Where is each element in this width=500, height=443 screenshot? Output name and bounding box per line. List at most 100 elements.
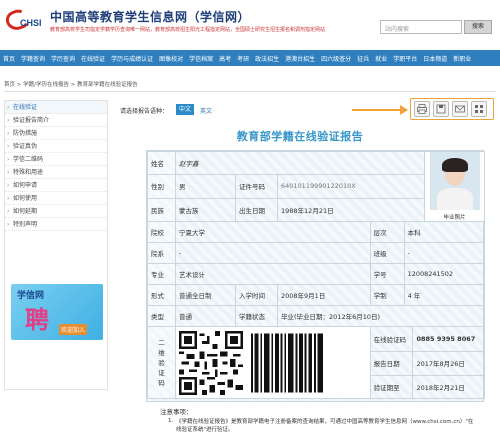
banner-headline: 聘 [25,305,49,334]
field-label-school: 院校 [147,221,176,243]
sidebar-item-label: 验证报告简介 [13,117,50,124]
sidebar-item-verify-authenticity[interactable]: › 验证真伪 [5,140,107,153]
sidebar-item-qr-code[interactable]: › 学信二维码 [5,153,107,166]
field-value-student-no: 12008241502 [403,263,486,285]
nav-item[interactable]: 学历查询 [48,54,78,63]
field-value-class: - [403,242,486,264]
nav-item[interactable]: 政法招生 [252,54,282,63]
field-value-birth: 1988年12月21日 [277,197,425,223]
sidebar-item-label: 如何延期 [13,208,38,215]
field-value-level: 本科 [403,221,486,243]
field-label-birth: 出生日期 [235,197,278,223]
print-icon[interactable] [414,101,430,117]
report-toolbar [414,101,492,117]
chevron-right-icon: › [7,130,10,137]
grid-icon[interactable] [471,101,487,117]
nav-item[interactable]: 四六级查分 [318,54,354,63]
qr-code-icon[interactable] [179,330,243,395]
note-number: 1. [168,418,174,424]
photo-caption: 毕业照片 [443,215,466,221]
graduate-photo [429,152,480,210]
sidebar-item-how-use[interactable]: › 如何使用 [5,192,107,205]
site-title: 中国高等教育学生信息网（学信网） [50,10,251,24]
field-value-status: 毕业(毕业日期：2012年6月10日) [277,305,485,327]
field-label-gender: 性别 [147,174,176,199]
search-input[interactable]: 站内搜索 [380,20,462,34]
language-tab-chinese[interactable]: 中文 [176,104,194,115]
field-value-form: 普通全日制 [175,284,236,306]
field-label-form: 形式 [147,284,176,306]
download-icon[interactable] [433,101,449,117]
sidebar-item-how-extend[interactable]: › 如何延期 [5,205,107,218]
sidebar-item-statement[interactable]: › 特别声明 [5,218,107,231]
nav-item[interactable]: 考研 [234,54,252,63]
field-value-id: 64010119990122010X [277,174,425,199]
sidebar-item-report-intro[interactable]: › 验证报告简介 [5,114,107,127]
field-label-dept: 院系 [147,242,176,264]
banner-tag: 欢迎加入 [59,324,88,335]
breadcrumb[interactable]: 首页 > 学籍/学历在线报告 > 教育部学籍在线验证报告 [4,80,496,92]
notes-title: 注意事项： [160,408,193,416]
nav-item[interactable]: 学信档案 [186,54,216,63]
nav-item[interactable]: 首页 [0,54,18,63]
logo-text: CHSI [20,18,42,28]
language-tab-english[interactable]: 英文 [200,106,212,115]
sidebar-item-label: 防伪措施 [13,130,38,137]
field-label-id: 证件号码 [235,174,278,199]
field-value-major: 艺术设计 [175,263,371,285]
search-button[interactable]: 搜索 [464,20,492,34]
sidebar-item-how-apply[interactable]: › 如何申请 [5,179,107,192]
site-subtitle: 教育部高校学生司指定学籍学历查询唯一网站，教育部高校招生阳光工程指定网站，全国硕… [50,27,326,33]
language-selector: 请选择报告语种： 中文 英文 [120,104,380,116]
sidebar: › 在线验证 › 验证报告简介 › 防伪措施 › 验证真伪 › 学信二维码 › 特殊和用途 … [4,100,108,390]
report-table: 姓名 赵宇鑫 毕业照片 性别 男 证件号码 64010119990122010X… [147,150,486,399]
nav-item[interactable]: 高考 [216,54,234,63]
email-icon[interactable] [452,101,468,117]
chevron-right-icon: › [7,117,10,124]
site-header: CHSI 中国高等教育学生信息网（学信网） 教育部高校学生司指定学籍学历查询唯一… [0,0,500,48]
nav-item[interactable]: 就业 [372,54,390,63]
qr-label-text: 二维验证码 [158,338,165,387]
nav-item[interactable]: 学职平台 [390,54,420,63]
chevron-right-icon: › [7,195,10,202]
sidebar-item-anti-fake[interactable]: › 防伪措施 [5,127,107,140]
photo-cell: 毕业照片 [424,151,485,222]
nav-item[interactable]: 港澳台招生 [282,54,318,63]
field-label-ethnic: 民族 [147,197,176,223]
chsi-logo[interactable]: CHSI [3,6,44,36]
verification-report: 姓名 赵宇鑫 毕业照片 性别 男 证件号码 64010119990122010X… [146,150,486,402]
codes-cell [175,326,371,399]
photo-body-shape [436,188,473,210]
nav-item[interactable]: 图像校对 [156,54,186,63]
sidebar-item-label: 如何申请 [13,182,38,189]
field-value-type: 普通 [175,305,236,327]
field-value-verify-code[interactable]: 0885 9395 8067 [412,327,484,352]
chevron-right-icon: › [7,182,10,189]
nav-item[interactable]: 学籍查询 [18,54,48,63]
nav-item[interactable]: 学历与成绩认证 [108,54,156,63]
barcode-icon [251,332,326,393]
nav-item[interactable]: 征兵 [354,54,372,63]
field-label-entry: 入学时间 [235,284,278,306]
field-label-student-no: 学号 [369,263,405,285]
recruitment-banner[interactable]: 学信网 聘 欢迎加入 [11,284,103,340]
field-label-type: 类型 [147,305,176,327]
field-label-report-date: 报告日期 [371,351,414,376]
nav-item[interactable]: 在线验证 [78,54,108,63]
nav-item[interactable]: 新职业 [450,54,474,63]
sidebar-item-label: 如何使用 [13,195,38,202]
sidebar-item-online-verify[interactable]: › 在线验证 [5,101,107,114]
nav-item[interactable]: 日本频道 [420,54,450,63]
chevron-right-icon: › [7,143,10,150]
sidebar-item-label: 在线验证 [13,104,38,111]
field-value-name: 赵宇鑫 [175,150,425,176]
main-nav: 首页 学籍查询 学历查询 在线验证 学历与成绩认证 图像校对 学信档案 高考 考… [0,50,500,66]
field-value-school: 宁夏大学 [175,221,371,243]
field-label-valid-until: 验证期至 [371,375,414,398]
sidebar-item-special-use[interactable]: › 特殊和用途 [5,166,107,179]
chevron-right-icon: › [7,169,10,176]
sidebar-item-label: 验证真伪 [13,143,38,150]
field-label-name: 姓名 [147,150,176,176]
sidebar-item-label: 学信二维码 [13,156,44,163]
note-text: 《学籍在线验证报告》是教育部学籍电子注册备案的查询结果，可通过中国高等教育学生信… [176,419,474,433]
